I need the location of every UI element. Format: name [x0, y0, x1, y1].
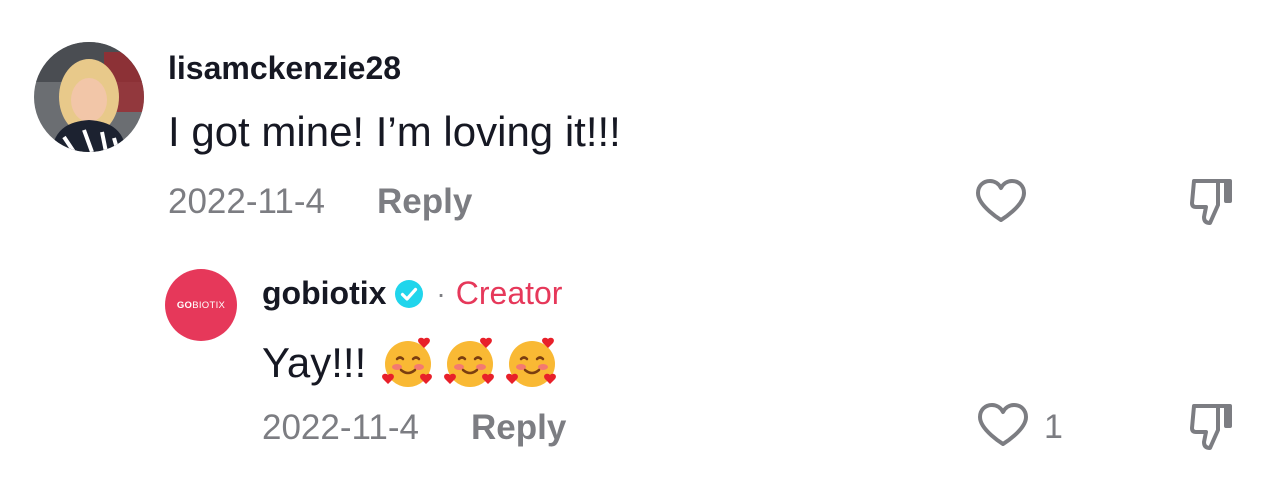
smiling-face-with-hearts-emoji: [444, 337, 495, 387]
avatar-logo: GOBIOTIX: [176, 299, 226, 311]
reply-date: 2022-11-4: [262, 408, 419, 447]
thumbs-down-icon[interactable]: [1186, 175, 1238, 227]
thumbs-down-icon[interactable]: [1186, 400, 1238, 452]
comment-meta: 2022-11-4 Reply: [168, 182, 472, 222]
reply-text: Yay!!!: [262, 339, 367, 386]
reply-text-row: Yay!!!: [262, 335, 560, 391]
creator-badge: Creator: [455, 275, 563, 311]
reply-username[interactable]: gobiotix: [262, 275, 386, 312]
reply-button[interactable]: Reply: [377, 182, 472, 222]
reply-username-row: gobiotix · Creator: [262, 275, 562, 312]
separator-dot: ·: [436, 277, 446, 309]
avatar[interactable]: [34, 42, 144, 152]
smiling-face-with-hearts-emoji: [382, 337, 433, 387]
comment-thread: lisamckenzie28 I got mine! I’m loving it…: [0, 0, 1283, 479]
comment-date: 2022-11-4: [168, 182, 325, 221]
like-count: 1: [1044, 408, 1063, 446]
smiling-face-with-hearts-emoji: [506, 337, 557, 387]
comment-text: I got mine! I’m loving it!!!: [168, 108, 621, 155]
heart-outline-icon[interactable]: [976, 402, 1030, 448]
reply-button[interactable]: Reply: [471, 408, 566, 448]
verified-badge-icon: [395, 279, 424, 308]
heart-outline-icon[interactable]: [974, 178, 1028, 224]
reply-meta: 2022-11-4 Reply: [262, 408, 566, 448]
creator-avatar[interactable]: GOBIOTIX: [165, 269, 237, 341]
comment-username[interactable]: lisamckenzie28: [168, 50, 401, 87]
